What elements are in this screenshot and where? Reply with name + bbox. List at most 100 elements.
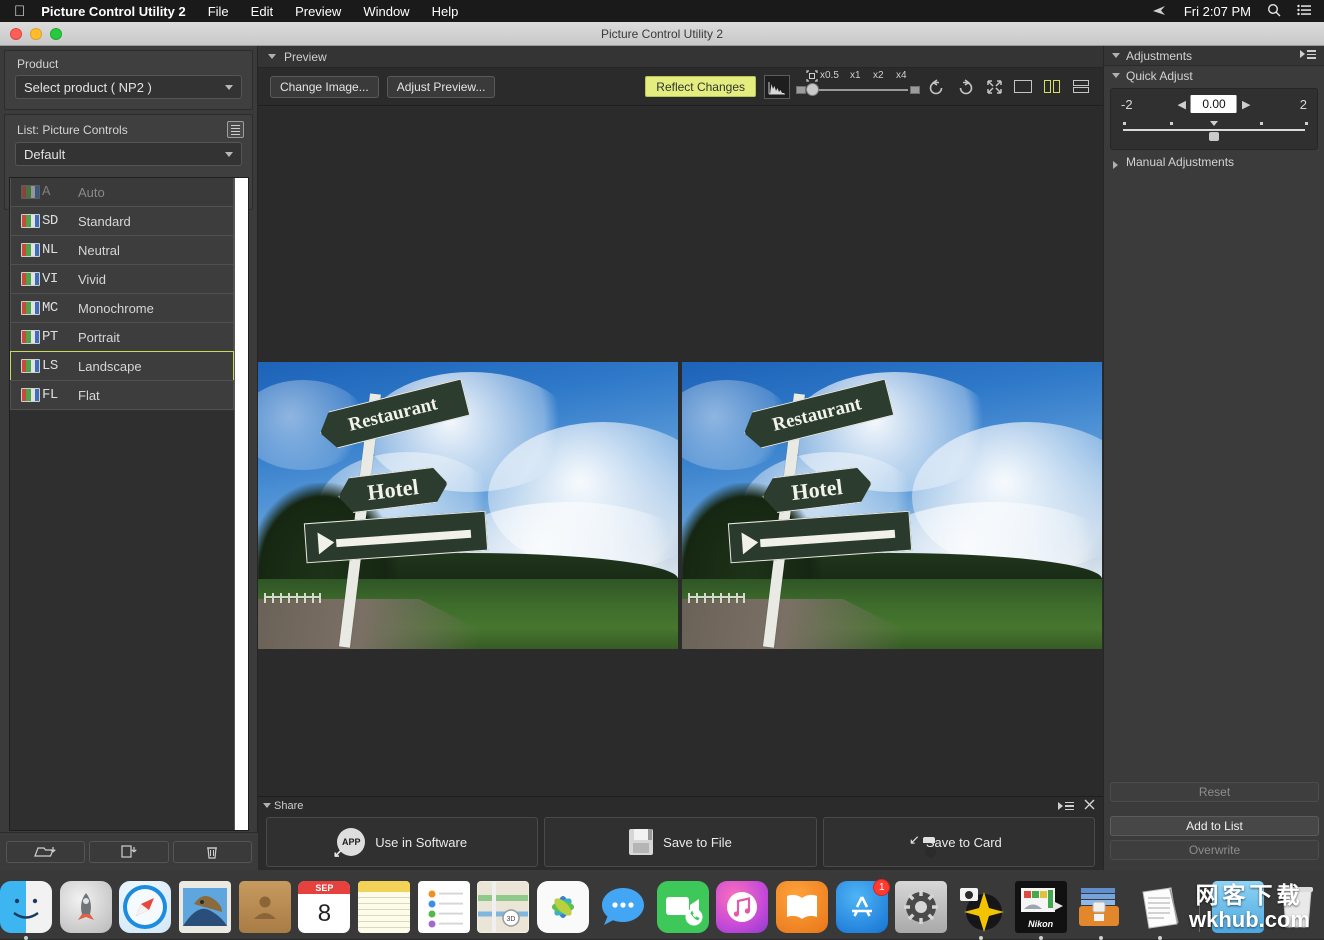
dock-item-ibooks[interactable] <box>776 881 829 935</box>
preview-image-after[interactable]: Restaurant Hotel <box>682 362 1102 649</box>
dock-item-trash[interactable] <box>1271 881 1324 935</box>
preview-canvas[interactable]: Restaurant Hotel <box>258 107 1103 834</box>
picture-control-swatch-icon <box>21 272 40 286</box>
share-section-label: Share <box>274 800 303 812</box>
chevron-down-icon <box>225 85 233 90</box>
dock-item-downloads-folder[interactable] <box>1212 881 1265 935</box>
dock-item-maps[interactable]: 3D <box>477 881 530 935</box>
picture-control-item-vivid[interactable]: VIVivid <box>10 264 234 294</box>
picture-control-item-standard[interactable]: SDStandard <box>10 206 234 236</box>
manual-adjustments-header[interactable]: Manual Adjustments <box>1104 152 1324 172</box>
adjustments-header[interactable]: Adjustments <box>1104 46 1324 66</box>
rotate-left-icon[interactable] <box>926 79 946 95</box>
fence <box>688 593 744 603</box>
reflect-changes-button[interactable]: Reflect Changes <box>645 76 756 97</box>
dock-item-archive-utility[interactable] <box>1074 881 1127 935</box>
adjust-preview-button[interactable]: Adjust Preview... <box>387 76 496 98</box>
dock-item-mail[interactable] <box>179 881 232 935</box>
zoom-tick-1[interactable]: x1 <box>850 70 861 81</box>
save-to-file-button[interactable]: Save to File <box>544 817 816 867</box>
add-to-list-button[interactable]: Add to List <box>1110 816 1319 836</box>
file-export-icon[interactable] <box>89 841 168 863</box>
change-image-button[interactable]: Change Image... <box>270 76 379 98</box>
dock-item-facetime[interactable] <box>657 881 710 935</box>
dock-item-calendar[interactable]: SEP8 <box>298 881 351 935</box>
side-by-side-view-icon[interactable] <box>1042 79 1062 95</box>
dock-item-reminders[interactable] <box>418 881 471 935</box>
dock-item-notes[interactable] <box>358 881 411 935</box>
dock-item-system-preferences[interactable] <box>895 881 948 935</box>
preview-image-before[interactable]: Restaurant Hotel <box>258 362 678 649</box>
single-view-icon[interactable] <box>1013 79 1033 95</box>
zoom-tick-2[interactable]: x2 <box>873 70 884 81</box>
overwrite-button[interactable]: Overwrite <box>1110 840 1319 860</box>
apple-logo-icon[interactable]:  <box>14 4 25 19</box>
picture-control-item-flat[interactable]: FLFlat <box>10 380 234 410</box>
zoom-tick-0[interactable]: x0.5 <box>820 70 839 81</box>
zoom-slider-knob[interactable] <box>806 83 819 96</box>
quick-adjust-header[interactable]: Quick Adjust <box>1104 66 1324 86</box>
quick-adjust-track[interactable] <box>1123 129 1305 131</box>
notification-center-icon[interactable] <box>1297 4 1312 18</box>
stacked-view-icon[interactable] <box>1071 79 1091 95</box>
menu-preview[interactable]: Preview <box>295 4 341 19</box>
reset-button[interactable]: Reset <box>1110 782 1319 802</box>
dock-item-text-editor[interactable] <box>1134 881 1187 935</box>
dock-item-finder[interactable] <box>0 881 53 935</box>
airdrop-icon[interactable] <box>1152 4 1168 19</box>
folder-import-icon[interactable] <box>6 841 85 863</box>
save-to-card-button[interactable]: ↗ Save to Card <box>823 817 1095 867</box>
dock-item-capture-nx[interactable] <box>955 881 1008 935</box>
panel-menu-icon[interactable] <box>1058 802 1074 811</box>
search-icon[interactable] <box>1267 3 1281 19</box>
dock-item-app-store[interactable]: 1 <box>836 881 889 935</box>
view-mode-icons <box>926 79 1091 95</box>
picture-control-item-monochrome[interactable]: MCMonochrome <box>10 293 234 323</box>
panel-menu-icon[interactable] <box>1300 50 1316 59</box>
picture-control-swatch-icon <box>21 388 40 402</box>
quick-adjust-stepper[interactable]: ◀ 0.00 ▶ <box>1178 95 1251 113</box>
quick-adjust-min: -2 <box>1121 97 1133 112</box>
picture-control-abbr: SD <box>42 213 70 229</box>
product-select-value: Select product ( NP2 ) <box>24 80 152 95</box>
close-icon[interactable] <box>1084 799 1095 813</box>
menubar-app-name[interactable]: Picture Control Utility 2 <box>41 4 185 19</box>
quick-adjust-control[interactable]: -2 2 ◀ 0.00 ▶ <box>1110 88 1318 150</box>
dock-item-launchpad[interactable] <box>60 881 113 935</box>
rotate-right-icon[interactable] <box>955 79 975 95</box>
zoom-slider[interactable]: x0.5 x1 x2 x4 <box>798 71 918 103</box>
zoom-slider-track[interactable] <box>808 89 908 91</box>
quick-adjust-knob[interactable] <box>1209 132 1219 141</box>
zoom-tick-3[interactable]: x4 <box>896 70 907 81</box>
picture-control-item-neutral[interactable]: NLNeutral <box>10 235 234 265</box>
dock-item-itunes[interactable] <box>716 881 769 935</box>
preview-section-header[interactable]: Preview <box>258 46 1103 68</box>
left-arrow-icon[interactable]: ◀ <box>1178 98 1186 111</box>
trash-icon[interactable] <box>173 841 252 863</box>
quick-adjust-value[interactable]: 0.00 <box>1191 95 1237 113</box>
zoom-max-icon[interactable] <box>910 86 920 94</box>
picture-control-list-scrollbar[interactable] <box>234 178 248 830</box>
use-in-software-button[interactable]: APP Use in Software <box>266 817 538 867</box>
product-select[interactable]: Select product ( NP2 ) <box>15 75 242 99</box>
menu-edit[interactable]: Edit <box>251 4 273 19</box>
dock-item-nikon-picture-control-utility[interactable]: Nikon <box>1015 881 1068 935</box>
menu-help[interactable]: Help <box>432 4 459 19</box>
zoom-min-icon[interactable] <box>796 86 806 94</box>
dock-item-safari[interactable] <box>119 881 172 935</box>
list-filter-select[interactable]: Default <box>15 142 242 166</box>
menu-file[interactable]: File <box>208 4 229 19</box>
picture-control-item-landscape[interactable]: LSLandscape <box>10 351 234 381</box>
center-panel: Preview Change Image... Adjust Preview..… <box>258 46 1103 870</box>
menu-window[interactable]: Window <box>363 4 409 19</box>
list-options-icon[interactable] <box>227 121 244 138</box>
dock-item-messages[interactable] <box>597 881 650 935</box>
picture-control-item-auto[interactable]: AAuto <box>10 178 234 207</box>
dock-item-contacts[interactable] <box>239 881 292 935</box>
share-section-header[interactable]: Share <box>258 797 1103 815</box>
fullscreen-icon[interactable] <box>984 79 1004 95</box>
dock-item-photos[interactable] <box>537 881 590 935</box>
picture-control-item-portrait[interactable]: PTPortrait <box>10 322 234 352</box>
right-arrow-icon[interactable]: ▶ <box>1242 98 1250 111</box>
histogram-icon[interactable] <box>764 75 790 99</box>
